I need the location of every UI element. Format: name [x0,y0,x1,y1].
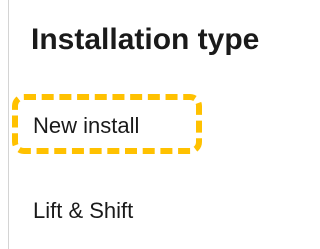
section-title: Installation type [31,23,260,56]
option-lift-and-shift[interactable]: Lift & Shift [33,197,133,225]
installation-type-panel: Installation type New install Lift & Shi… [0,0,309,249]
option-new-install[interactable]: New install [33,112,139,140]
